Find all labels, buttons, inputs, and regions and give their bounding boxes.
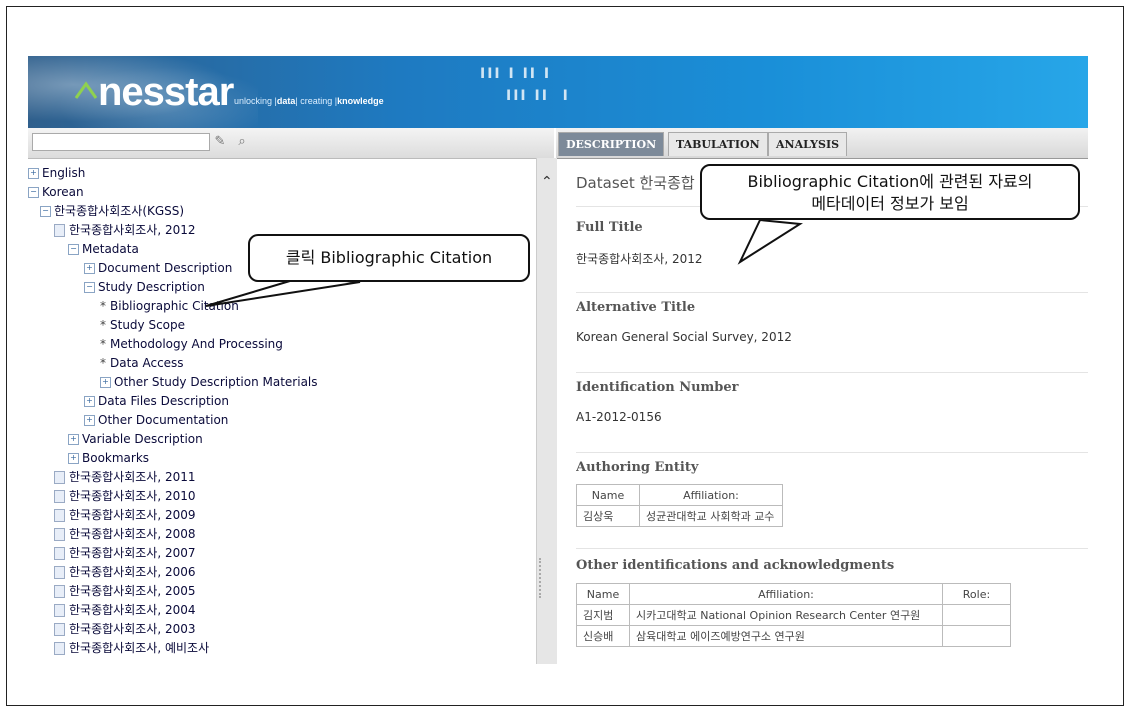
info-callout-line2: 메타데이터 정보가 보임 (811, 194, 969, 213)
callout-pointers (205, 218, 803, 307)
info-callout-line1: Bibliographic Citation에 관련된 자료의 (747, 172, 1033, 191)
click-callout: 클릭 Bibliographic Citation (248, 234, 530, 282)
click-callout-pointer (205, 276, 361, 307)
info-callout-pointer (737, 218, 803, 265)
info-callout: Bibliographic Citation에 관련된 자료의 메타데이터 정보… (700, 164, 1080, 220)
